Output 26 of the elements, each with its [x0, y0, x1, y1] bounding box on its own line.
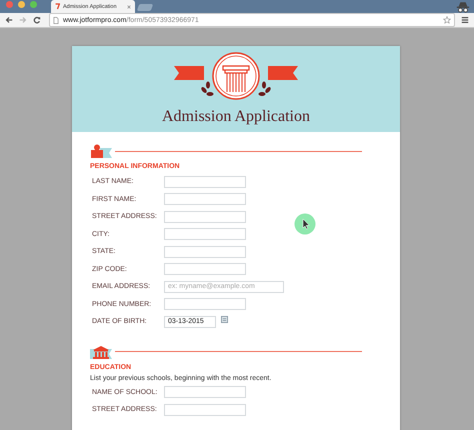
building-icon [90, 344, 112, 358]
person-icon [90, 144, 112, 158]
menu-icon[interactable] [461, 16, 469, 24]
text-field[interactable] [164, 386, 246, 398]
close-tab-icon[interactable] [127, 4, 131, 8]
text-field[interactable] [164, 210, 246, 223]
bookmark-star-icon[interactable] [443, 16, 451, 24]
text-field[interactable] [164, 246, 246, 258]
forward-icon[interactable] [19, 16, 27, 24]
text-field[interactable] [164, 176, 246, 188]
favicon-icon [55, 3, 60, 10]
close-window-icon[interactable] [6, 1, 13, 8]
reload-icon[interactable] [33, 16, 41, 24]
minimize-window-icon[interactable] [18, 1, 25, 8]
back-icon[interactable] [5, 16, 13, 24]
maximize-window-icon[interactable] [30, 1, 37, 8]
form-title: Admission Application [162, 108, 310, 126]
text-field[interactable] [164, 298, 246, 310]
new-tab-button[interactable] [136, 4, 154, 11]
cursor-highlight-icon [294, 213, 316, 235]
text-field[interactable] [164, 228, 246, 240]
page-icon [53, 16, 59, 24]
text-field[interactable] [164, 263, 246, 276]
calendar-icon[interactable] [221, 316, 228, 323]
text-field[interactable] [164, 404, 246, 416]
text-field[interactable] [164, 193, 246, 206]
